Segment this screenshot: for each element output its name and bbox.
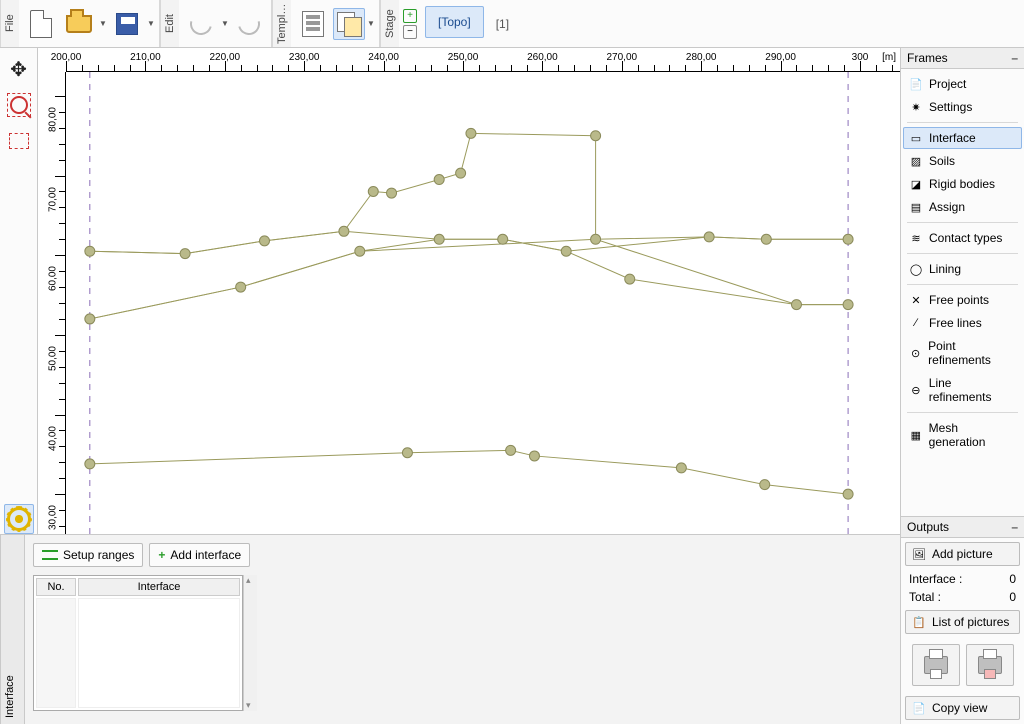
frames-item-icon: ∕ xyxy=(909,316,923,330)
undo-button[interactable] xyxy=(183,4,219,44)
printer-icon xyxy=(924,656,948,674)
interface-table[interactable]: No.Interface xyxy=(33,575,243,711)
frames-title: Frames xyxy=(907,51,948,65)
file-menu-label[interactable]: File xyxy=(0,0,19,47)
col-interface: Interface xyxy=(78,578,240,596)
frames-item-lining[interactable]: ◯Lining xyxy=(903,258,1022,280)
fit-icon xyxy=(9,133,29,149)
frames-panel-header: Frames – xyxy=(901,48,1024,69)
stage-menu-label[interactable]: Stage xyxy=(380,0,399,47)
frames-item-assign[interactable]: ▤Assign xyxy=(903,196,1022,218)
pan-button[interactable]: ✥ xyxy=(4,54,34,84)
undo-icon xyxy=(186,8,216,38)
frames-item-contact-types[interactable]: ≋Contact types xyxy=(903,227,1022,249)
add-picture-button[interactable]: 🖼Add picture xyxy=(905,542,1020,566)
bottom-panel: Interface Setup ranges +Add interface No… xyxy=(0,534,900,724)
settings-gear-button[interactable] xyxy=(4,504,34,534)
open-dropdown[interactable]: ▼ xyxy=(98,4,108,44)
frames-item-free-points[interactable]: ✕Free points xyxy=(903,289,1022,311)
template-button-2[interactable] xyxy=(333,8,365,40)
ruler-vertical: 80,0070,0060,0050,0040,0030,00 xyxy=(38,72,66,534)
frames-item-icon: ▭ xyxy=(909,131,923,145)
frames-item-icon: 📄 xyxy=(909,77,923,91)
frames-item-interface[interactable]: ▭Interface xyxy=(903,127,1022,149)
redo-icon xyxy=(234,8,264,38)
stage-remove-button[interactable]: − xyxy=(403,25,417,39)
frames-item-icon: ◪ xyxy=(909,177,923,191)
frames-item-line-refinements[interactable]: ⊖Line refinements xyxy=(903,372,1022,408)
template-dropdown[interactable]: ▼ xyxy=(366,4,376,44)
copy-icon: 📄 xyxy=(912,701,926,715)
save-dropdown[interactable]: ▼ xyxy=(146,4,156,44)
frames-item-point-refinements[interactable]: ⊙Point refinements xyxy=(903,335,1022,371)
frames-item-icon: ▤ xyxy=(909,200,923,214)
frames-item-free-lines[interactable]: ∕Free lines xyxy=(903,312,1022,334)
new-file-button[interactable] xyxy=(23,4,59,44)
frames-item-icon: ⊖ xyxy=(909,383,923,397)
frames-item-icon: ✷ xyxy=(909,100,923,114)
frames-item-icon: ▨ xyxy=(909,154,923,168)
template-menu-label[interactable]: Templ… xyxy=(272,0,291,47)
print-color-button[interactable] xyxy=(966,644,1014,686)
list-pictures-button[interactable]: 📋List of pictures xyxy=(905,610,1020,634)
save-file-button[interactable] xyxy=(109,4,145,44)
add-picture-icon: 🖼 xyxy=(912,547,926,561)
bottom-panel-title: Interface xyxy=(0,535,19,724)
copy-view-button[interactable]: 📄Copy view xyxy=(905,696,1020,720)
redo-button[interactable] xyxy=(231,4,267,44)
col-no: No. xyxy=(36,578,76,596)
add-interface-button[interactable]: +Add interface xyxy=(149,543,250,567)
frames-item-icon: ▦ xyxy=(909,428,923,442)
template-multi-icon xyxy=(337,12,361,36)
list-icon: 📋 xyxy=(912,615,926,629)
printer-color-icon xyxy=(978,656,1002,674)
frames-item-soils[interactable]: ▨Soils xyxy=(903,150,1022,172)
setup-ranges-button[interactable]: Setup ranges xyxy=(33,543,143,567)
undo-dropdown[interactable]: ▼ xyxy=(220,4,230,44)
move-icon: ✥ xyxy=(10,57,27,82)
range-icon xyxy=(42,550,58,560)
main-toolbar: File ▼ ▼ Edit ▼ Templ… ▼ Stage + − [Topo… xyxy=(0,0,1024,48)
topo-stage-button[interactable]: [Topo] xyxy=(425,6,484,38)
save-icon xyxy=(116,13,138,35)
frames-item-project[interactable]: 📄Project xyxy=(903,73,1022,95)
frames-tree: 📄Project✷Settings ▭Interface▨Soils◪Rigid … xyxy=(901,69,1024,457)
outputs-title: Outputs xyxy=(907,520,949,534)
frames-item-rigid-bodies[interactable]: ◪Rigid bodies xyxy=(903,173,1022,195)
zoom-window-button[interactable] xyxy=(4,90,34,120)
frames-item-icon: ✕ xyxy=(909,293,923,307)
right-sidebar: Frames – 📄Project✷Settings ▭Interface▨Soi… xyxy=(900,48,1024,724)
gear-icon xyxy=(7,507,31,531)
outputs-minimize-icon[interactable]: – xyxy=(1011,520,1018,534)
open-file-button[interactable] xyxy=(61,4,97,44)
frames-item-mesh-generation[interactable]: ▦Mesh generation xyxy=(903,417,1022,453)
ruler-horizontal: [m]200,00210,00220,00230,00240,00250,002… xyxy=(66,48,900,72)
plus-icon: + xyxy=(158,548,165,562)
frames-item-icon: ⊙ xyxy=(909,346,922,360)
outputs-panel-header: Outputs – xyxy=(901,517,1024,538)
drawing-canvas[interactable]: [m]200,00210,00220,00230,00240,00250,002… xyxy=(38,48,900,534)
print-button[interactable] xyxy=(912,644,960,686)
stage-add-button[interactable]: + xyxy=(403,9,417,23)
open-folder-icon xyxy=(66,15,92,33)
edit-menu-label[interactable]: Edit xyxy=(160,0,179,47)
ruler-unit: [m] xyxy=(882,52,896,63)
frames-item-settings[interactable]: ✷Settings xyxy=(903,96,1022,118)
frames-minimize-icon[interactable]: – xyxy=(1011,51,1018,65)
fit-view-button[interactable] xyxy=(4,126,34,156)
template-icon xyxy=(302,11,324,37)
new-file-icon xyxy=(30,10,52,38)
output-count-row: Interface :0 xyxy=(901,570,1024,588)
template-button-1[interactable] xyxy=(295,4,331,44)
zoom-icon xyxy=(10,96,28,114)
stage-one-label[interactable]: [1] xyxy=(488,0,517,47)
table-scrollbar[interactable] xyxy=(243,575,257,711)
view-toolbar: ✥ xyxy=(0,48,38,534)
frames-item-icon: ≋ xyxy=(909,231,923,245)
frames-item-icon: ◯ xyxy=(909,262,923,276)
output-count-row: Total :0 xyxy=(901,588,1024,606)
plot-svg xyxy=(66,72,900,534)
